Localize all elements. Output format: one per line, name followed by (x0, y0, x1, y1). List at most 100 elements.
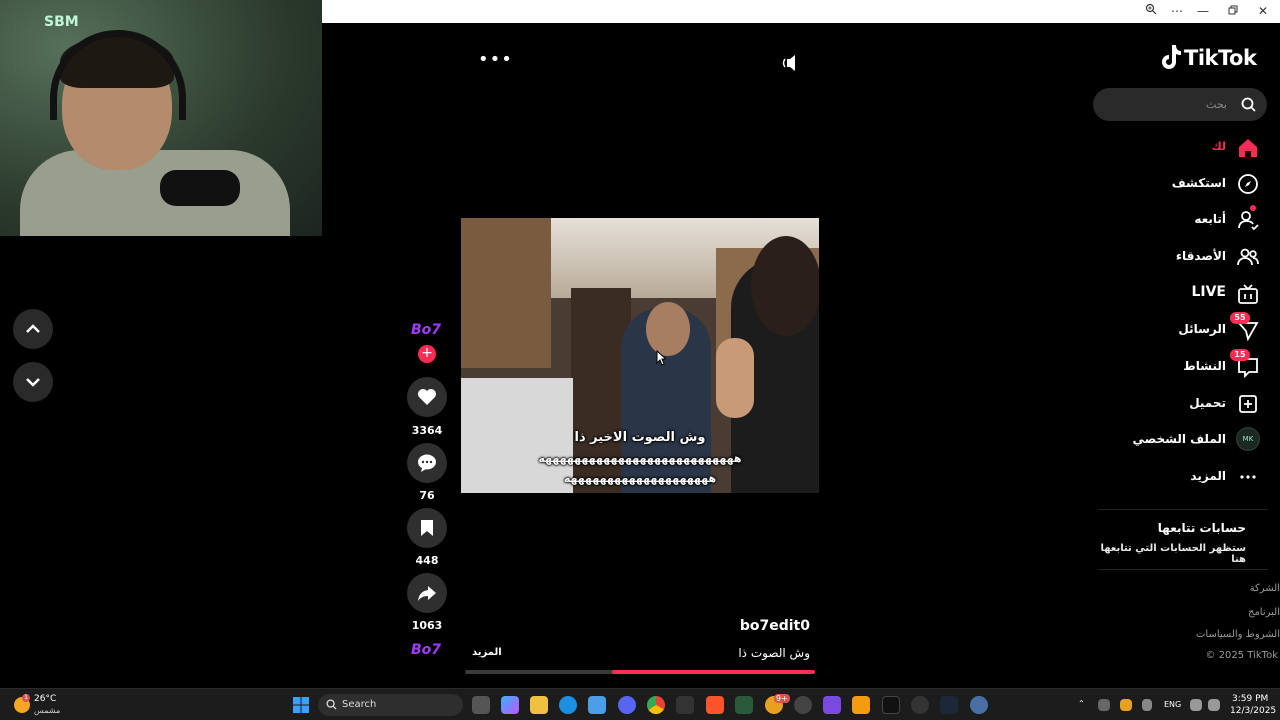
edge-browser-icon[interactable] (559, 696, 577, 714)
sidebar-item-profile[interactable]: الملف الشخصي MK (1110, 425, 1260, 455)
caption-more-link[interactable]: المزيد (472, 647, 502, 658)
tray-chevron-icon[interactable]: ⌃ (1078, 699, 1085, 708)
sidebar-item-label: أتابعه (1194, 212, 1226, 226)
footer-program-link[interactable]: البرنامج (1180, 607, 1280, 618)
store-icon[interactable] (588, 696, 606, 714)
follow-plus-icon[interactable]: + (418, 345, 436, 363)
webcam-logo: SBM (44, 14, 79, 30)
sidebar-item-friends[interactable]: الأصدقاء (1110, 242, 1260, 272)
tiktok-taskbar-icon[interactable] (882, 696, 900, 714)
sidebar-item-upload[interactable]: تحميل (1110, 389, 1260, 419)
taskbar-search[interactable]: Search (318, 694, 463, 716)
chevron-down-icon (26, 378, 40, 387)
language-indicator[interactable]: ENG (1164, 700, 1181, 709)
taskbar-search-label: Search (342, 699, 377, 710)
window-menu-icon[interactable]: ⋯ (1168, 3, 1186, 19)
sidebar-item-label: لك (1211, 140, 1226, 153)
excel-icon[interactable] (735, 696, 753, 714)
minimize-button[interactable]: — (1194, 3, 1212, 19)
save-count: 448 (415, 554, 439, 567)
sidebar-item-messages[interactable]: الرسائل 55 (1110, 312, 1260, 345)
home-icon (1239, 139, 1257, 157)
capcut-icon[interactable] (676, 696, 694, 714)
like-button[interactable] (407, 377, 447, 417)
more-icon (1240, 475, 1256, 479)
volume-icon[interactable] (782, 54, 802, 72)
close-button[interactable]: ✕ (1254, 3, 1272, 19)
zoom-icon[interactable] (1142, 3, 1160, 19)
app-purple-icon[interactable] (823, 696, 841, 714)
obs-icon[interactable] (911, 696, 929, 714)
copilot-icon[interactable] (501, 696, 519, 714)
video-subtitle-line3: ههههههههههههههههههههه (563, 472, 717, 485)
sidebar-divider-2 (1098, 569, 1268, 570)
task-view-icon[interactable] (472, 696, 490, 714)
share-count: 1063 (411, 619, 443, 632)
footer-company-link[interactable]: الشركة (1180, 583, 1280, 594)
settings-icon[interactable] (970, 696, 988, 714)
video-person-right-head (751, 236, 819, 336)
sidebar-item-live[interactable]: LIVE (1110, 279, 1260, 309)
search-icon[interactable] (1241, 97, 1256, 112)
compass-icon (1238, 174, 1258, 194)
video-more-options-icon[interactable]: ••• (478, 51, 512, 70)
comment-button[interactable] (407, 443, 447, 483)
windows-taskbar: 1 26°C مشمس Search 9+ ⌃ ENG 3:59 PM 12/3… (0, 688, 1280, 720)
window-titlebar: ⋯ — ✕ (322, 0, 1280, 23)
like-count: 3364 (411, 424, 443, 437)
restore-button[interactable] (1224, 3, 1242, 19)
save-button[interactable] (407, 508, 447, 548)
sidebar-item-label: الأصدقاء (1175, 249, 1226, 263)
mouse-cursor-icon (656, 350, 666, 366)
search-box[interactable] (1093, 88, 1267, 121)
discord-icon[interactable] (618, 696, 636, 714)
search-icon (326, 699, 337, 710)
footer-terms-link[interactable]: الشروط والسياسات (1180, 629, 1280, 640)
sidebar-item-explore[interactable]: استكشف (1110, 169, 1260, 199)
wifi-icon[interactable] (1190, 699, 1202, 711)
sidebar-item-foryou[interactable]: لك (1110, 133, 1260, 163)
following-accounts-hint: ستظهر الحسابات التي تتابعها هنا (1100, 543, 1246, 565)
following-accounts-title: حسابات تتابعها (1157, 521, 1246, 535)
music-disc-avatar[interactable]: Bo7 (410, 642, 442, 670)
tiktok-logo[interactable]: TikTok (1160, 44, 1264, 74)
clock-date[interactable]: 12/3/2025 (1230, 706, 1276, 716)
tray-mic-icon[interactable] (1142, 699, 1152, 711)
sidebar-divider (1098, 509, 1268, 510)
streamer-body (20, 150, 290, 236)
tiktok-note-icon (1162, 45, 1181, 69)
search-input[interactable] (1103, 94, 1227, 114)
next-video-button[interactable] (13, 362, 53, 402)
file-explorer-icon[interactable] (530, 696, 548, 714)
chrome-icon[interactable] (647, 696, 665, 714)
windows-start-icon[interactable] (293, 697, 309, 713)
brave-icon[interactable] (706, 696, 724, 714)
weather-temperature[interactable]: 26°C (34, 694, 56, 704)
sidebar-item-activity[interactable]: النشاط 15 (1110, 349, 1260, 382)
tray-app-icon-1[interactable] (1098, 699, 1110, 711)
video-author[interactable]: bo7edit0 (700, 618, 810, 634)
share-button[interactable] (407, 573, 447, 613)
heart-icon (418, 389, 436, 405)
video-player[interactable]: وش الصوت الاخير ذا ههههههههههههههههههههه… (461, 218, 819, 493)
comment-count: 76 (419, 489, 435, 502)
sidebar-item-label: النشاط (1183, 359, 1226, 373)
webcam-overlay: SBM (0, 0, 322, 236)
previous-video-button[interactable] (13, 309, 53, 349)
sidebar-item-label: الملف الشخصي (1132, 432, 1226, 446)
speaker-icon[interactable] (1208, 699, 1220, 711)
messages-badge: 55 (1230, 312, 1250, 324)
comment-icon (418, 454, 436, 472)
tray-app-icon-2[interactable] (1120, 699, 1132, 711)
following-notification-dot (1250, 205, 1256, 211)
sidebar-item-following[interactable]: أتابعه (1110, 205, 1260, 235)
video-progress-bar[interactable] (465, 670, 815, 674)
sidebar-item-label: استكشف (1171, 176, 1226, 190)
browser-alt-icon[interactable] (794, 696, 812, 714)
video-progress-fill (612, 670, 815, 674)
clock-time[interactable]: 3:59 PM (1232, 694, 1268, 704)
app-orange-icon[interactable] (852, 696, 870, 714)
tiktok-wordmark: TikTok (1184, 46, 1257, 70)
sidebar-item-more[interactable]: المزيد (1110, 462, 1260, 492)
steam-icon[interactable] (940, 696, 958, 714)
